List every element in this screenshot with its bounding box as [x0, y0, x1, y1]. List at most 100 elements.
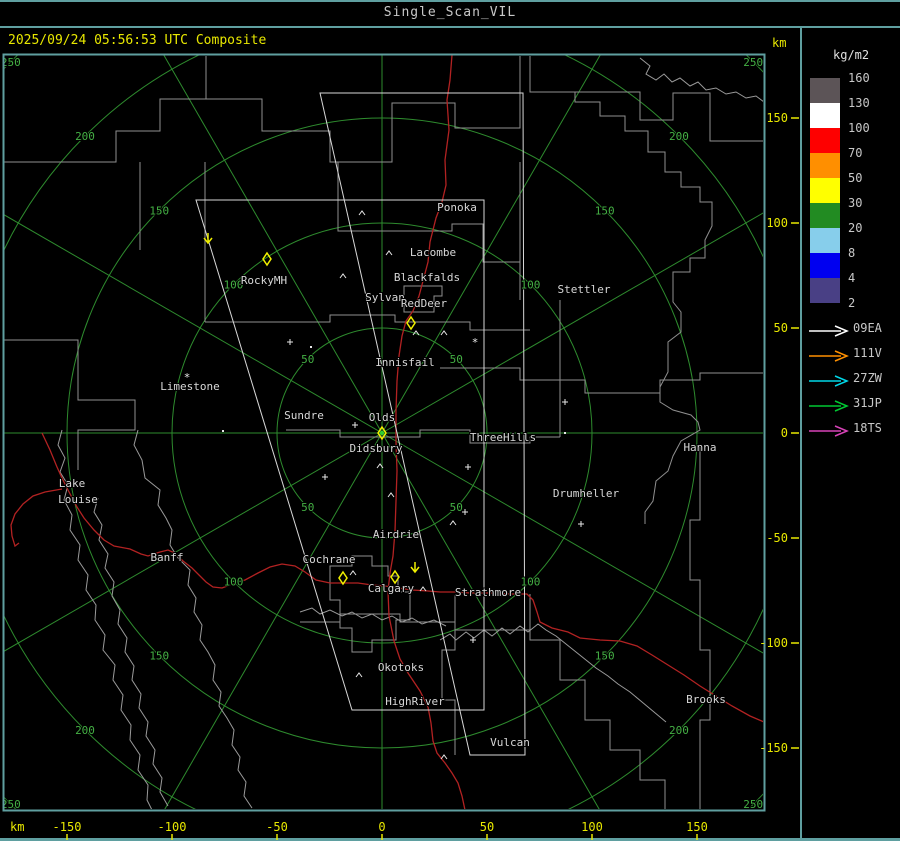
city-label: Louise — [58, 493, 98, 506]
town-dot-marker — [310, 346, 312, 348]
city-label: Hanna — [683, 441, 716, 454]
right-axis-tick-label: 150 — [766, 111, 788, 125]
right-axis-tick-label: 50 — [774, 321, 788, 335]
range-ring-label: 50 — [450, 353, 463, 366]
right-axis-tick-label: -150 — [759, 741, 788, 755]
radar-id-label: 111V — [853, 346, 882, 360]
town-plus-marker — [578, 521, 584, 527]
color-scale-block — [810, 103, 840, 128]
range-ring-label: 150 — [595, 204, 615, 217]
city-label: Strathmore — [455, 586, 521, 599]
city-label: Stettler — [558, 283, 611, 296]
city-label: Sundre — [284, 409, 324, 422]
color-scale-value: 100 — [848, 121, 870, 135]
city-labels: Ponoka Lacombe Blackfalds SylvanRedDeer Stet… — [57, 200, 727, 750]
color-scale-value: 4 — [848, 271, 856, 285]
radar-legend-row: 18TS — [807, 421, 882, 437]
range-ring-label: 200 — [669, 724, 689, 737]
radar-legend-row: 27ZW — [807, 371, 882, 387]
city-label: Lake — [59, 477, 86, 490]
town-plus-marker — [562, 399, 568, 405]
down-arrow-icon — [410, 562, 420, 574]
radar-map[interactable]: 50 5050 50100 100100 100150 150150 150200 20020… — [0, 0, 900, 841]
range-ring-label: 150 — [149, 650, 169, 663]
range-ring-label: 250 — [743, 56, 763, 69]
town-caret-marker — [412, 330, 420, 336]
range-ring-label: 50 — [301, 501, 314, 514]
town-caret-marker — [339, 273, 347, 279]
city-label: Lacombe — [410, 246, 456, 259]
color-scale-value: 50 — [848, 171, 863, 185]
radar-arrow-icon — [809, 425, 849, 437]
town-star-marker: * — [472, 336, 479, 349]
city-label: Innisfail — [375, 356, 435, 369]
town-caret-marker — [349, 570, 357, 576]
range-ring-label: 100 — [521, 575, 541, 588]
town-caret-marker — [449, 520, 457, 526]
color-scale-value: 2 — [848, 296, 856, 310]
station-diamond-icon — [338, 570, 348, 586]
range-ring-label: 100 — [521, 279, 541, 292]
color-scale-block — [810, 253, 840, 278]
town-plus-marker — [465, 464, 471, 470]
range-ring-label: 200 — [669, 130, 689, 143]
town-caret-marker — [358, 210, 366, 216]
color-scale-value: 130 — [848, 96, 870, 110]
bottom-axis-tick-label: -100 — [158, 820, 187, 834]
right-axis-tick-label: -50 — [766, 531, 788, 545]
center-radar-icon — [380, 431, 384, 435]
bottom-axis-tick-label: 50 — [480, 820, 494, 834]
town-plus-marker — [287, 339, 293, 345]
radar-arrow-icon — [809, 375, 849, 387]
range-ring-label: 200 — [75, 724, 95, 737]
city-label: ThreeHills — [470, 431, 536, 444]
city-label: Limestone — [160, 380, 220, 393]
town-dot-marker — [564, 432, 566, 434]
color-scale-block — [810, 203, 840, 228]
city-label: Ponoka — [437, 201, 477, 214]
color-scale-value: 160 — [848, 71, 870, 85]
color-scale-block — [810, 153, 840, 178]
range-ring-label: 250 — [743, 798, 763, 811]
radar-legend-row: 09EA — [807, 321, 882, 337]
city-label: Airdrie — [373, 528, 419, 541]
radar-id-label: 18TS — [853, 421, 882, 435]
town-plus-marker — [322, 474, 328, 480]
town-caret-marker — [355, 672, 363, 678]
radar-arrow-icon — [809, 350, 849, 362]
city-label: Banff — [150, 551, 183, 564]
range-ring-label: 150 — [149, 204, 169, 217]
town-plus-marker — [352, 422, 358, 428]
color-scale-block — [810, 128, 840, 153]
city-label: Okotoks — [378, 661, 424, 674]
legend-panel: kg/m2 160 130 100 70 50 30 20 8 4 2 09EA 111V 27ZW 3… — [803, 28, 900, 841]
color-scale-value: 30 — [848, 196, 863, 210]
color-scale-value: 8 — [848, 246, 856, 260]
radar-arrow-icon — [809, 400, 849, 412]
city-label: RedDeer — [401, 297, 448, 310]
radar-app-window: Single_Scan_VIL 2025/09/24 05:56:53 UTC … — [0, 0, 900, 841]
range-ring-label: 100 — [224, 575, 244, 588]
bottom-axis-tick-label: -50 — [266, 820, 288, 834]
city-label: RockyMH — [241, 274, 287, 287]
city-label: Brooks — [686, 693, 726, 706]
color-scale-value: 70 — [848, 146, 863, 160]
color-scale-block — [810, 78, 840, 103]
town-caret-marker — [385, 250, 393, 256]
city-label: Drumheller — [553, 487, 620, 500]
town-plus-marker — [470, 637, 476, 643]
color-scale-block — [810, 178, 840, 203]
right-axis-tick-label: 0 — [781, 426, 788, 440]
radar-id-label: 31JP — [853, 396, 882, 410]
radar-arrow-icon — [809, 325, 849, 337]
bottom-axis-tick-label: 100 — [581, 820, 603, 834]
color-scale-block — [810, 278, 840, 303]
city-label: Calgary — [368, 582, 415, 595]
legend-divider-line — [800, 28, 802, 841]
city-label: Olds — [369, 411, 396, 424]
city-label: Blackfalds — [394, 271, 460, 284]
radar-legend-row: 31JP — [807, 396, 882, 412]
city-label: Didsbury — [350, 442, 403, 455]
city-label: Sylvan — [365, 291, 405, 304]
range-ring-label: 50 — [450, 501, 463, 514]
